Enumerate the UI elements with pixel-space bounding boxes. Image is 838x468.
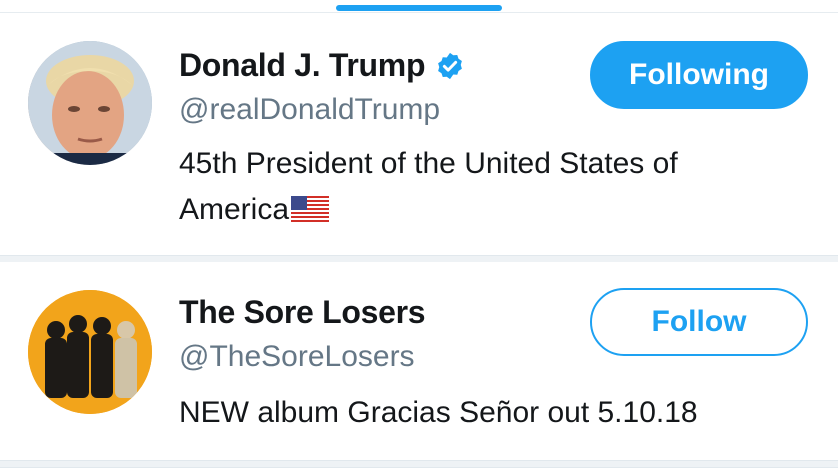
verified-badge-icon: [438, 52, 463, 79]
user-handle[interactable]: @TheSoreLosers: [179, 340, 415, 374]
display-name[interactable]: Donald J. Trump: [179, 47, 426, 84]
profile-photo: [28, 41, 152, 165]
us-flag-icon: [291, 196, 330, 222]
user-bio: 45th President of the United States of A…: [179, 141, 779, 233]
user-handle[interactable]: @realDonaldTrump: [179, 93, 440, 127]
user-card-realdonaldtrump[interactable]: Donald J. Trump @realDonaldTrump 45th Pr…: [0, 13, 838, 256]
display-name[interactable]: The Sore Losers: [179, 294, 426, 331]
active-tab-indicator: [336, 5, 502, 11]
user-card-thesorelosers[interactable]: The Sore Losers @TheSoreLosers NEW album…: [0, 262, 838, 462]
avatar[interactable]: [28, 290, 152, 414]
avatar[interactable]: [28, 41, 152, 165]
follow-button[interactable]: Follow: [590, 288, 808, 356]
bio-text: 45th President of the United States of A…: [179, 147, 678, 226]
following-button[interactable]: Following: [590, 41, 808, 109]
divider: [0, 460, 838, 468]
profile-photo: [28, 290, 152, 414]
user-bio: NEW album Gracias Señor out 5.10.18: [179, 396, 698, 429]
